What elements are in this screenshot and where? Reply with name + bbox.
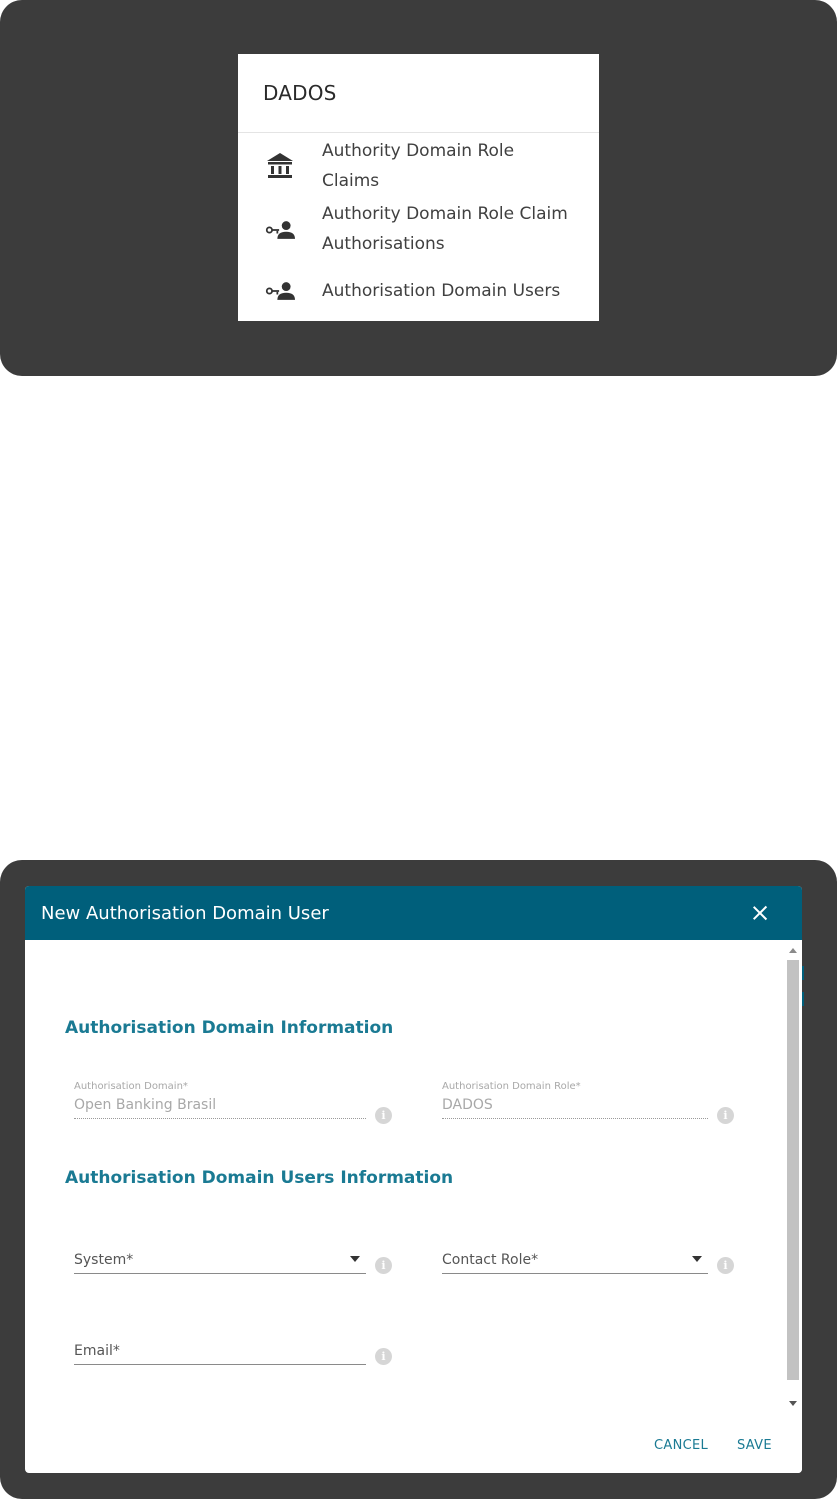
scroll-up-arrow-icon[interactable] xyxy=(789,948,797,953)
info-icon[interactable]: i xyxy=(375,1257,392,1274)
field-value: Open Banking Brasil xyxy=(74,1097,217,1113)
field-underline xyxy=(74,1273,366,1274)
menu-item-authority-domain-role-claim-authorisations[interactable]: Authority Domain Role Claim Authorisatio… xyxy=(238,199,599,261)
scrollbar-thumb[interactable] xyxy=(787,960,799,1380)
email-field[interactable]: Email* xyxy=(74,1343,366,1367)
menu-item-label: Authority Domain Role Claims xyxy=(322,141,515,191)
dialog-scrollbar[interactable] xyxy=(785,940,802,1473)
section-title-users-info: Authorisation Domain Users Information xyxy=(65,1168,454,1188)
field-placeholder: System* xyxy=(74,1252,134,1268)
info-icon[interactable]: i xyxy=(375,1348,392,1365)
dialog-header: New Authorisation Domain User xyxy=(25,886,802,940)
cancel-button[interactable]: CANCEL xyxy=(654,1438,708,1453)
field-underline xyxy=(74,1118,366,1119)
section-title-domain-info: Authorisation Domain Information xyxy=(65,1018,394,1038)
authorisation-domain-role-field: Authorisation Domain Role* DADOS xyxy=(442,1081,708,1121)
menu-item-authorisation-domain-users[interactable]: Authorisation Domain Users xyxy=(238,276,599,306)
info-icon[interactable]: i xyxy=(717,1257,734,1274)
field-label: Authorisation Domain Role* xyxy=(442,1081,581,1092)
top-screenshot-frame: DADOS Authority Domain Role Claims Autho… xyxy=(0,0,837,376)
domain-role-menu: DADOS Authority Domain Role Claims Autho… xyxy=(238,54,599,321)
dropdown-arrow-icon xyxy=(350,1256,360,1262)
field-placeholder: Contact Role* xyxy=(442,1252,539,1268)
system-select[interactable]: System* xyxy=(74,1252,366,1276)
authorisation-domain-field: Authorisation Domain* Open Banking Brasi… xyxy=(74,1081,366,1121)
menu-item-label: Authority Domain Role Claim Authorisatio… xyxy=(322,204,568,254)
scroll-down-arrow-icon[interactable] xyxy=(789,1401,797,1406)
info-icon[interactable]: i xyxy=(717,1107,734,1124)
field-underline xyxy=(74,1364,366,1365)
new-authorisation-domain-user-dialog: New Authorisation Domain User Authorisat… xyxy=(25,886,802,1473)
field-underline xyxy=(442,1118,708,1119)
contact-role-select[interactable]: Contact Role* xyxy=(442,1252,708,1276)
field-placeholder: Email* xyxy=(74,1343,120,1359)
close-icon[interactable] xyxy=(748,901,772,925)
field-label: Authorisation Domain* xyxy=(74,1081,188,1092)
key-person-icon xyxy=(265,215,295,245)
field-underline xyxy=(442,1273,708,1274)
menu-header: DADOS xyxy=(238,54,599,133)
save-button[interactable]: SAVE xyxy=(737,1438,772,1453)
field-value: DADOS xyxy=(442,1097,493,1113)
key-person-icon xyxy=(265,276,295,306)
menu-item-authority-domain-role-claims[interactable]: Authority Domain Role Claims xyxy=(238,136,599,198)
dialog-title: New Authorisation Domain User xyxy=(41,902,329,924)
info-icon[interactable]: i xyxy=(375,1107,392,1124)
dropdown-arrow-icon xyxy=(692,1256,702,1262)
menu-item-label: Authorisation Domain Users xyxy=(322,281,561,301)
bank-icon xyxy=(265,152,295,182)
